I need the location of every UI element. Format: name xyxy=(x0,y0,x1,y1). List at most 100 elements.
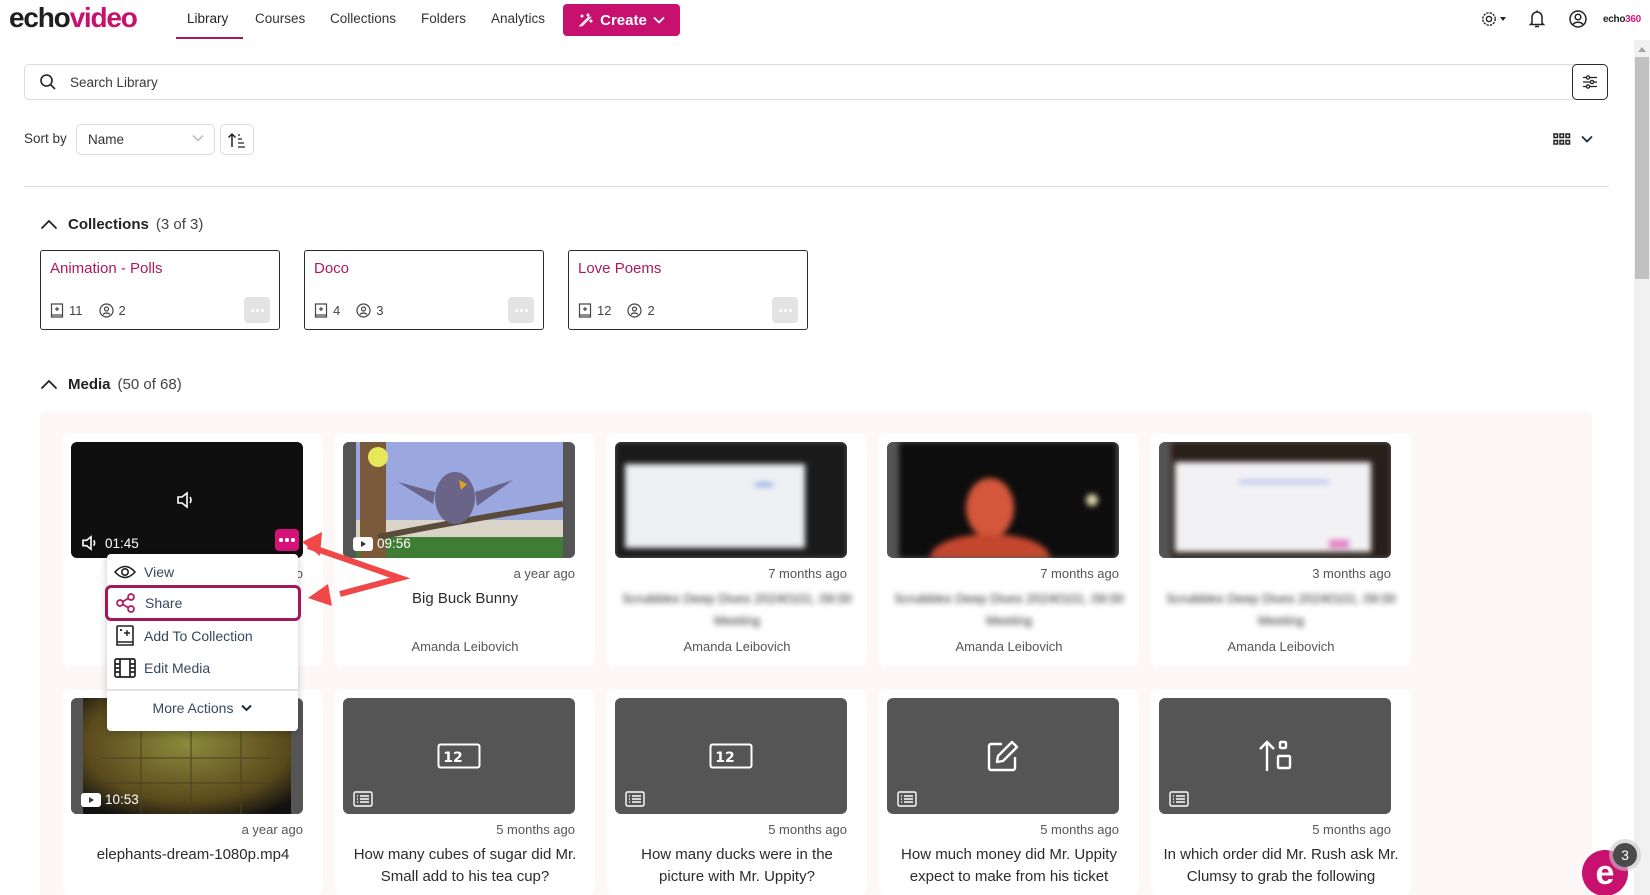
scroll-thumb[interactable] xyxy=(1635,57,1649,279)
media-count-icon xyxy=(50,303,64,318)
add-to-collection-icon xyxy=(116,625,134,646)
blurred-person-thumbnail xyxy=(887,442,1119,558)
media-thumbnail[interactable]: 12 xyxy=(343,698,575,814)
film-icon xyxy=(114,658,136,678)
collection-name: Doco xyxy=(314,260,350,277)
bell-icon xyxy=(1528,10,1546,28)
numeric-poll-icon: 12 xyxy=(437,743,481,769)
collections-section-toggle[interactable]: Collections (3 of 3) xyxy=(40,216,203,233)
media-section-toggle[interactable]: Media (50 of 68) xyxy=(40,376,182,393)
numeric-poll-icon: 12 xyxy=(709,743,753,769)
media-thumbnail[interactable] xyxy=(1159,442,1391,558)
active-tab-indicator xyxy=(176,37,243,39)
settings-menu[interactable] xyxy=(1480,9,1510,31)
media-count: 4 xyxy=(333,303,341,318)
page-scrollbar[interactable] xyxy=(1634,40,1650,895)
short-answer-poll-icon xyxy=(987,740,1019,772)
eye-icon xyxy=(114,565,136,579)
svg-text:12: 12 xyxy=(443,750,462,766)
media-thumbnail[interactable] xyxy=(887,698,1119,814)
media-card[interactable]: 5 months ago How much money did Mr. Uppi… xyxy=(879,690,1139,895)
nav-tab-analytics[interactable]: Analytics xyxy=(491,11,545,26)
media-card[interactable]: 3 months ago Scrubbles Deep Dives 202401… xyxy=(1151,434,1411,666)
chevron-down-icon xyxy=(1581,135,1593,143)
search-input[interactable] xyxy=(70,71,1530,93)
collection-more-button[interactable] xyxy=(244,297,270,323)
menu-item-add-to-collection[interactable]: Add To Collection xyxy=(107,620,298,652)
echovideo-logo[interactable]: echovideo xyxy=(9,2,138,34)
blurred-screen-thumbnail xyxy=(615,442,847,558)
media-owner: Amanda Leibovich xyxy=(411,639,519,654)
collection-card[interactable]: Love Poems 12 2 xyxy=(568,250,808,330)
media-count-icon xyxy=(578,303,592,318)
media-card[interactable]: 12 5 months ago How many ducks were in t… xyxy=(607,690,867,895)
media-time: 5 months ago xyxy=(768,822,847,837)
nav-tab-collections[interactable]: Collections xyxy=(330,11,396,26)
grid-view-icon xyxy=(1553,133,1571,145)
media-thumbnail[interactable] xyxy=(887,442,1119,558)
media-duration: 10:53 xyxy=(105,792,139,807)
media-card[interactable]: 12 5 months ago How many cubes of sugar … xyxy=(335,690,595,895)
chevron-down-icon xyxy=(241,704,253,712)
media-time: 3 months ago xyxy=(1312,566,1391,581)
section-divider xyxy=(24,186,1609,187)
menu-item-view[interactable]: View xyxy=(107,556,298,588)
nav-tab-folders[interactable]: Folders xyxy=(421,11,466,26)
media-time: 5 months ago xyxy=(1040,822,1119,837)
create-button[interactable]: Create xyxy=(563,4,680,36)
blurred-screen-thumbnail xyxy=(1159,442,1391,558)
media-time: 7 months ago xyxy=(1040,566,1119,581)
sort-by-value: Name xyxy=(88,132,125,147)
collection-more-button[interactable] xyxy=(772,297,798,323)
sort-by-select[interactable]: Name xyxy=(76,124,215,155)
media-card[interactable]: 7 months ago Scrubbles Deep Dives 202401… xyxy=(607,434,867,666)
media-count-icon xyxy=(314,303,328,318)
media-title: In which order did Mr. Rush ask Mr. Clum… xyxy=(1163,846,1399,885)
collection-card[interactable]: Animation - Polls 11 2 xyxy=(40,250,280,330)
media-count: 11 xyxy=(69,303,83,318)
menu-item-share[interactable]: Share xyxy=(105,585,301,621)
media-title: elephants-dream-1080p.mp4 xyxy=(96,846,290,863)
collection-card[interactable]: Doco 4 3 xyxy=(304,250,544,330)
user-count: 2 xyxy=(118,303,126,318)
more-actions-button[interactable]: More Actions xyxy=(107,700,298,716)
chevron-up-icon xyxy=(40,219,58,230)
media-thumbnail[interactable]: 01:45 xyxy=(71,442,303,558)
view-mode-toggle[interactable] xyxy=(1553,133,1593,145)
sort-by-label: Sort by xyxy=(24,131,67,146)
user-menu[interactable] xyxy=(1568,9,1588,31)
menu-item-label: Edit Media xyxy=(144,660,211,676)
nav-tab-courses[interactable]: Courses xyxy=(255,11,305,26)
media-card[interactable]: 7 months ago Scrubbles Deep Dives 202401… xyxy=(879,434,1139,666)
nav-tab-library[interactable]: Library xyxy=(187,11,228,26)
notifications-button[interactable] xyxy=(1528,9,1546,31)
collection-more-button[interactable] xyxy=(508,297,534,323)
search-icon xyxy=(40,74,56,90)
menu-item-label: View xyxy=(144,564,175,580)
chevron-down-icon xyxy=(192,135,204,142)
media-title: Scrubbles Deep Dives 20240101, 09:00 Mee… xyxy=(622,591,852,628)
list-icon xyxy=(625,791,645,807)
user-count: 3 xyxy=(376,303,384,318)
speaker-icon xyxy=(177,491,192,509)
chevron-down-icon xyxy=(653,16,665,24)
media-more-button[interactable] xyxy=(275,529,299,551)
menu-item-label: Share xyxy=(145,595,183,611)
sort-direction-button[interactable] xyxy=(220,124,254,155)
ordering-poll-icon xyxy=(1259,740,1292,771)
media-thumbnail[interactable] xyxy=(1159,698,1391,814)
media-context-menu: View Share Add To Collection Edit Media … xyxy=(105,554,301,731)
search-bar xyxy=(24,64,1608,100)
svg-text:12: 12 xyxy=(715,750,734,766)
media-thumbnail[interactable]: 12 xyxy=(615,698,847,814)
media-time: 5 months ago xyxy=(1312,822,1391,837)
media-thumbnail[interactable] xyxy=(615,442,847,558)
media-count-label: (50 of 68) xyxy=(117,376,182,393)
media-card[interactable]: 5 months ago In which order did Mr. Rush… xyxy=(1151,690,1411,895)
media-title: Scrubbles Deep Dives 20240101, 09:00 Mee… xyxy=(1166,591,1396,628)
menu-item-edit-media[interactable]: Edit Media xyxy=(107,652,298,684)
filter-button[interactable] xyxy=(1572,64,1608,100)
scroll-up-arrow[interactable] xyxy=(1638,47,1646,52)
share-icon xyxy=(116,593,135,613)
users-icon xyxy=(627,303,643,318)
